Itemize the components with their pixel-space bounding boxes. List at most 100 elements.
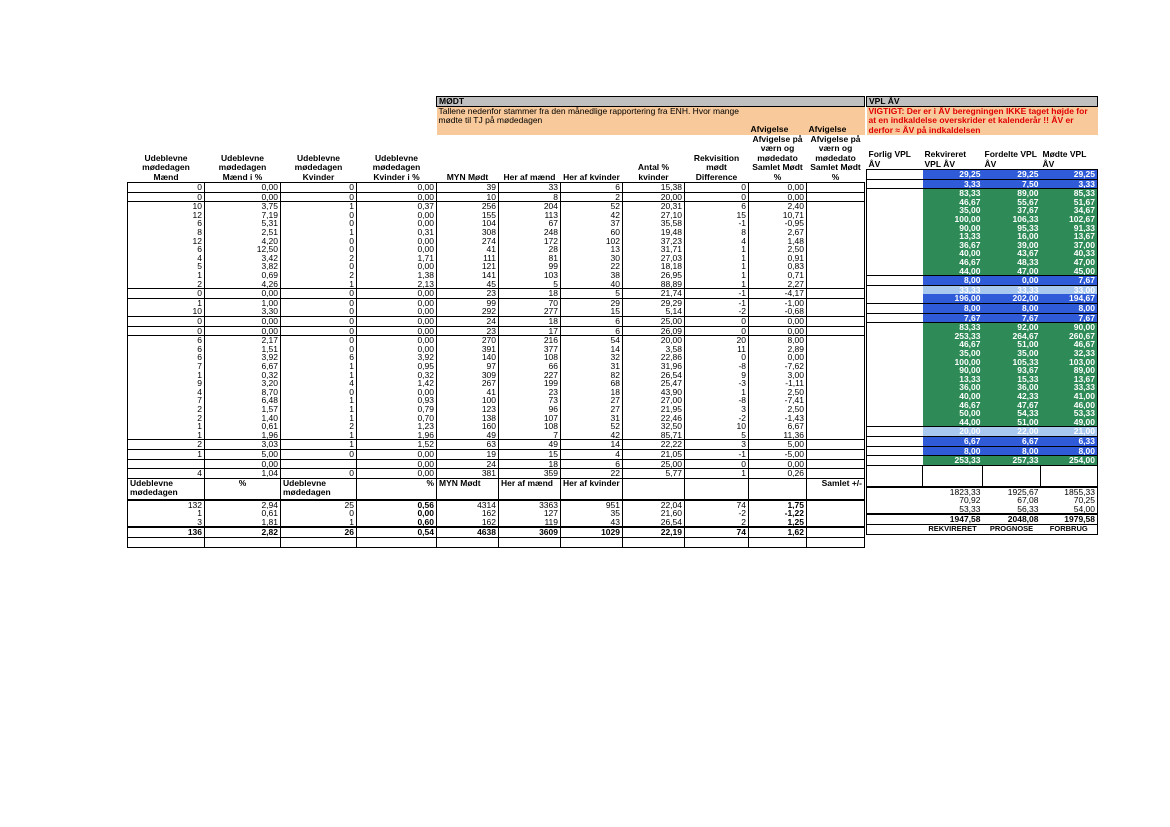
- myn-modt: 292: [436, 307, 499, 317]
- afvigelse-samlet: 1,48: [748, 236, 807, 246]
- udeblevne-maend: 8: [127, 228, 205, 237]
- vpl-section-row: VPL ÅV: [866, 96, 1098, 107]
- her-af-kvinder: 31: [560, 361, 623, 371]
- udeblevne-maend-pct: 5,00: [204, 448, 281, 459]
- udeblevne-kvinder-pct: 0,79: [356, 404, 437, 414]
- rekvisition-diff: 6: [684, 201, 749, 211]
- myn-modt: 97: [436, 361, 499, 371]
- header-myn-modt: MYN Mødt: [446, 171, 489, 182]
- udeblevne-kvinder: 1: [280, 439, 357, 450]
- rekvireret-cell: 44,00: [922, 417, 983, 427]
- header-rekvireret: Rekvireret VPL ÅV: [924, 149, 967, 169]
- forlig-cell: [866, 374, 923, 384]
- afvigelse-samlet-2: [806, 219, 865, 229]
- udeblevne-kvinder: 0: [280, 182, 357, 193]
- myn-modt: 160: [436, 422, 499, 431]
- vpl-summary-cell: 67,08: [1017, 496, 1039, 505]
- udeblevne-maend: 0: [127, 182, 205, 193]
- udeblevne-kvinder: 1: [280, 404, 357, 414]
- her-af-maend: 70: [498, 297, 561, 308]
- rekvireret-cell: 29,25: [922, 169, 983, 180]
- udeblevne-kvinder-pct: 0,56: [356, 498, 437, 510]
- udeblevne-kvinder-pct: 0,95: [356, 361, 437, 371]
- her-af-maend: 49: [498, 439, 561, 450]
- afvigelse-samlet: 2,40: [748, 201, 807, 211]
- fordelte-cell: 55,67: [982, 197, 1041, 207]
- myn-modt: 19: [436, 448, 499, 459]
- fordelte-cell: 37,67: [982, 206, 1041, 216]
- udeblevne-kvinder-pct: 0,00: [356, 335, 437, 345]
- afvigelse-samlet: 3,00: [748, 370, 807, 380]
- afvigelse-samlet-2: [806, 297, 865, 308]
- forlig-cell: [866, 206, 923, 216]
- afvigelse-samlet: -1,00: [748, 297, 807, 308]
- her-af-maend: 5: [498, 279, 561, 289]
- antal-pct-kvinder: 27,10: [622, 210, 685, 220]
- myn-modt: 23: [436, 288, 499, 299]
- modte-cell: 45,00: [1040, 266, 1098, 276]
- rekvisition-diff: -1: [684, 288, 749, 299]
- header-afvigelse-2-top: Afvigelse: [806, 120, 865, 135]
- myn-modt: 141: [436, 271, 499, 280]
- afvigelse-samlet: -5,00: [748, 448, 807, 459]
- myn-modt: 111: [436, 253, 499, 263]
- fordelte-cell: 6,67: [982, 435, 1041, 446]
- modte-cell: 34,67: [1040, 206, 1098, 216]
- afvigelse-samlet: 0,00: [748, 182, 807, 193]
- udeblevne-kvinder: 0: [280, 448, 357, 459]
- table-row: 6 3,92 6 3,92 140 108 32 22,86 0 0,00: [127, 353, 865, 362]
- her-af-kvinder: 15: [560, 307, 623, 317]
- myn-modt: 24: [436, 316, 499, 327]
- myn-modt: 155: [436, 210, 499, 220]
- forlig-cell: [866, 258, 923, 267]
- vpl-row: 40,00 42,33 41,00: [866, 391, 1098, 401]
- rekvireret-cell: 33,33: [922, 284, 983, 295]
- empty-cell: [748, 537, 807, 548]
- forlig-cell: [866, 223, 923, 233]
- udeblevne-kvinder-pct: 0,00: [356, 262, 437, 272]
- her-af-maend: 66: [498, 361, 561, 371]
- her-af-kvinder: 68: [560, 379, 623, 388]
- spreadsheet: MØDT Tallene nedenfor stammer fra den må…: [0, 0, 1170, 827]
- udeblevne-kvinder-pct: 0,00: [356, 191, 437, 202]
- forlig-cell: [866, 504, 923, 515]
- her-af-maend: 108: [498, 353, 561, 362]
- udeblevne-maend: 7: [127, 361, 205, 371]
- header-afvigelse-2: Afvigelse på værn og mødedato Samlet Mød…: [810, 134, 861, 182]
- rekvisition-diff: -3: [684, 379, 749, 388]
- udeblevne-kvinder: 4: [280, 379, 357, 388]
- udeblevne-maend-pct: 1,57: [204, 404, 281, 414]
- vpl-summary-cell: 54,00: [1040, 504, 1098, 515]
- vpl-summary-cell: 70,92: [959, 496, 981, 505]
- antal-pct-kvinder: 31,96: [622, 361, 685, 371]
- udeblevne-maend-pct: 0,00: [204, 458, 281, 469]
- antal-pct-kvinder: 26,54: [622, 370, 685, 380]
- udeblevne-kvinder: 1: [280, 370, 357, 380]
- rekvisition-diff: -1: [684, 297, 749, 308]
- myn-modt: 100: [436, 396, 499, 405]
- rekvireret-cell: 100,00: [922, 357, 983, 367]
- table-row: 12 4,20 0 0,00 274 172 102 37,23 4 1,48: [127, 236, 865, 246]
- her-af-maend: 73: [498, 396, 561, 405]
- forlig-cell: [866, 322, 923, 332]
- vpl-row: 20,00 22,00 21,00: [866, 426, 1098, 437]
- udeblevne-kvinder-pct: 1,52: [356, 439, 437, 450]
- her-af-kvinder: 6: [560, 316, 623, 327]
- udeblevne-maend: 4: [127, 468, 205, 479]
- table-row: 4 8,70 0 0,00 41 23 18 43,90 1 2,50: [127, 387, 865, 397]
- afvigelse-samlet: 1,62: [748, 526, 807, 539]
- her-af-maend: 3609: [498, 526, 561, 539]
- forlig-cell: [866, 249, 923, 259]
- vpl-row: 35,00 35,00 32,33: [866, 348, 1098, 358]
- forlig-cell: [866, 391, 923, 401]
- myn-modt: 4314: [436, 498, 499, 510]
- afvigelse-samlet-2: [806, 413, 865, 423]
- vpl-row: 46,67 48,33 47,00: [866, 258, 1098, 267]
- modte-cell: 7,67: [1040, 275, 1098, 286]
- udeblevne-kvinder-pct: 0,37: [356, 201, 437, 211]
- table-row: 6 12,50 0 0,00 41 28 13 31,71 1 2,50: [127, 245, 865, 254]
- modte-cell: 194,67: [1040, 294, 1098, 304]
- myn-modt: 121: [436, 262, 499, 272]
- afvigelse-samlet: -1,11: [748, 379, 807, 388]
- fordelte-cell: 54,33: [982, 409, 1041, 418]
